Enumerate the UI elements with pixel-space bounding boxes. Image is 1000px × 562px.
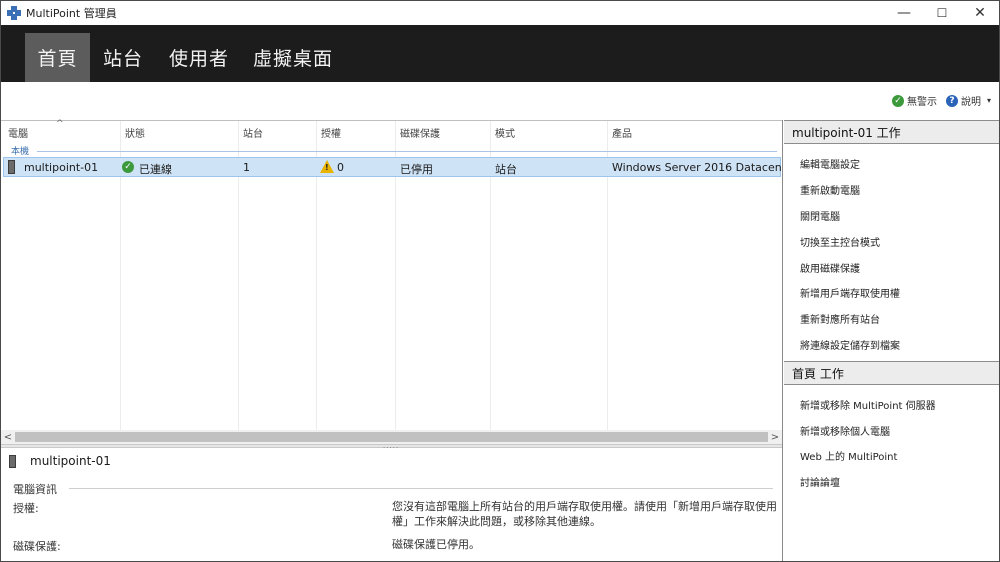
task-add-remove-multipoint-servers[interactable]: 新增或移除 MultiPoint 伺服器 — [800, 397, 936, 412]
computer-icon — [9, 455, 16, 468]
details-label-licenses: 授權: — [13, 502, 39, 515]
details-section-heading: 電腦資訊 — [13, 483, 57, 496]
home-tasks-header: 首頁 工作 — [784, 361, 999, 385]
help-icon: ? — [946, 94, 958, 107]
tab-stations[interactable]: 站台 — [97, 33, 149, 82]
computer-list: ^ 電腦 狀態 站台 授權 磁碟保護 模式 產品 本機 multipoint-0… — [1, 119, 782, 431]
cell-computer: multipoint-01 — [24, 161, 99, 174]
minimize-button[interactable]: — — [885, 1, 923, 25]
details-label-disk-protection: 磁碟保護: — [13, 540, 61, 553]
main-nav: 首頁 站台 使用者 虛擬桌面 — [1, 25, 999, 82]
details-title: multipoint-01 — [30, 454, 111, 468]
cell-licenses: 0 — [337, 161, 344, 174]
computer-tasks-header: multipoint-01 工作 — [784, 120, 999, 144]
scrollbar-thumb[interactable] — [15, 432, 768, 442]
sort-ascending-icon: ^ — [56, 119, 64, 129]
group-label-local: 本機 — [11, 147, 30, 157]
task-add-remove-personal-computers[interactable]: 新增或移除個人電腦 — [800, 423, 890, 438]
task-multipoint-on-web[interactable]: Web 上的 MultiPoint — [800, 448, 897, 463]
tool-strip: ✓ 無警示 ? 說明 ▾ — [1, 82, 999, 120]
task-discussion-forum[interactable]: 討論論壇 — [800, 474, 840, 489]
scroll-left-icon[interactable]: < — [1, 430, 15, 444]
multipoint-manager-window: MultiPoint 管理員 — ☐ ✕ 首頁 站台 使用者 虛擬桌面 ✓ 無警… — [0, 0, 1000, 562]
details-pane: multipoint-01 電腦資訊 授權: 您沒有這部電腦上所有站台的用戶端存… — [1, 448, 782, 561]
task-pane: multipoint-01 工作 編輯電腦設定 重新啟動電腦 關閉電腦 切換至主… — [784, 120, 999, 561]
column-header-product[interactable]: 產品 — [612, 125, 632, 140]
column-header-computer[interactable]: 電腦 — [8, 125, 28, 140]
column-header-stations[interactable]: 站台 — [243, 125, 263, 140]
tab-virtual-desktops[interactable]: 虛擬桌面 — [249, 33, 337, 82]
task-switch-console-mode[interactable]: 切換至主控台模式 — [800, 234, 880, 249]
details-value-disk-protection: 磁碟保護已停用。 — [392, 538, 480, 551]
task-restart-computer[interactable]: 重新啟動電腦 — [800, 182, 860, 197]
check-icon: ✓ — [892, 94, 904, 107]
task-shutdown-computer[interactable]: 關閉電腦 — [800, 208, 840, 223]
chevron-down-icon: ▾ — [987, 96, 992, 105]
cell-disk-protection: 已停用 — [400, 163, 433, 176]
connected-check-icon: ✓ — [122, 161, 134, 173]
section-divider — [69, 488, 773, 489]
title-bar: MultiPoint 管理員 — ☐ ✕ — [1, 1, 999, 25]
help-menu[interactable]: ? 說明 ▾ — [946, 93, 991, 108]
column-header-mode[interactable]: 模式 — [495, 125, 515, 140]
table-row[interactable]: multipoint-01 ✓ 已連線 1 ! 0 已停用 站台 Windows… — [3, 157, 782, 177]
alerts-label: 無警示 — [907, 97, 937, 108]
task-enable-disk-protection[interactable]: 啟用磁碟保護 — [800, 260, 860, 275]
maximize-button[interactable]: ☐ — [923, 1, 961, 25]
task-save-connection-settings[interactable]: 將連線設定儲存到檔案 — [800, 337, 900, 352]
alerts-status[interactable]: ✓ 無警示 — [892, 93, 937, 108]
details-value-licenses: 您沒有這部電腦上所有站台的用戶端存取使用權。請使用「新增用戶端存取使用權」工作來… — [392, 500, 777, 528]
task-remap-all-stations[interactable]: 重新對應所有站台 — [800, 311, 880, 326]
column-header-licenses[interactable]: 授權 — [321, 125, 341, 140]
cell-mode: 站台 — [495, 163, 517, 176]
task-edit-computer-settings[interactable]: 編輯電腦設定 — [800, 156, 860, 171]
scroll-right-icon[interactable]: > — [768, 430, 782, 444]
computer-icon — [8, 160, 15, 174]
column-header-status[interactable]: 狀態 — [125, 125, 145, 140]
cell-status: 已連線 — [139, 163, 172, 176]
multipoint-app-icon — [7, 6, 21, 20]
group-divider — [37, 151, 777, 152]
tab-users[interactable]: 使用者 — [165, 33, 233, 82]
window-title: MultiPoint 管理員 — [26, 7, 117, 20]
cell-stations: 1 — [243, 161, 250, 174]
task-add-client-access-licenses[interactable]: 新增用戶端存取使用權 — [800, 285, 900, 300]
cell-product: Windows Server 2016 Datacenter — [612, 161, 782, 174]
close-button[interactable]: ✕ — [961, 1, 999, 25]
tab-home[interactable]: 首頁 — [25, 33, 90, 82]
help-label: 說明 — [961, 97, 981, 108]
main-pane: ^ 電腦 狀態 站台 授權 磁碟保護 模式 產品 本機 multipoint-0… — [1, 119, 783, 561]
column-header-disk-protection[interactable]: 磁碟保護 — [400, 125, 440, 140]
